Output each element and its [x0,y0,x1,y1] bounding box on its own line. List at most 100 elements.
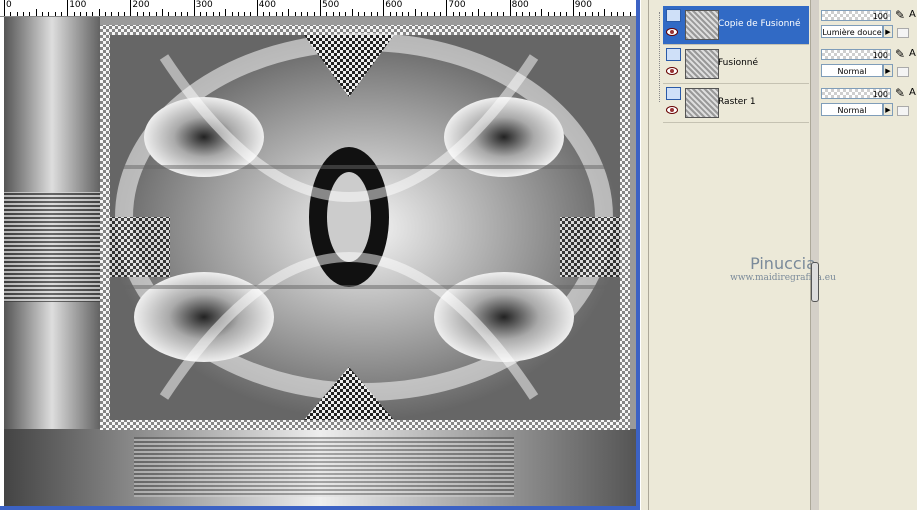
edit-brush-icon[interactable]: ✎ [895,86,907,100]
ruler-minor-tick [231,12,233,16]
ruler-minor-tick [515,12,517,16]
horizontal-ruler: 0 100 200 300 400 500 600 700 800 900 [0,0,636,17]
ruler-minor-tick [522,12,524,16]
ruler-minor-tick [218,12,220,16]
ruler-minor-tick [395,12,397,16]
ruler-minor-tick [459,12,461,16]
ruler-minor-tick [478,9,479,16]
layer-properties-row: 100 Normal ▶ ✎ A [821,39,917,77]
ruler-minor-tick [174,12,176,16]
ruler-minor-tick [389,12,391,16]
layer-properties-row: 100 Lumière douce ▶ ✎ A [821,0,917,38]
watermark-name: Pinuccia [750,254,816,273]
ruler-major-tick [193,0,195,16]
layer-flag: A [909,48,916,59]
blend-mode-select[interactable]: Lumière douce [821,25,883,38]
blend-mode-select[interactable]: Normal [821,103,883,116]
ruler-major-tick [509,0,511,16]
ruler-minor-tick [237,12,239,16]
ruler-major-tick [256,0,258,16]
layer-row-copie-de-fusionne[interactable]: Copie de Fusionné [663,6,809,45]
ruler-minor-tick [591,12,593,16]
ruler-label: 300 [195,0,213,10]
ruler-label: 500 [322,0,340,10]
edit-brush-icon[interactable]: ✎ [895,8,907,22]
ruler-minor-tick [79,12,81,16]
ruler-minor-tick [111,12,113,16]
raster-layer-icon [666,9,681,22]
layer-flag: A [909,9,916,20]
ruler-minor-tick [427,12,429,16]
visibility-eye-icon[interactable] [666,67,678,75]
ruler-label: 900 [574,0,592,10]
edit-brush-icon[interactable]: ✎ [895,47,907,61]
ruler-minor-tick [187,12,189,16]
ruler-minor-tick [376,12,378,16]
ruler-minor-tick [41,12,43,16]
opacity-slider[interactable]: 100 [821,88,891,99]
lock-icon[interactable] [897,28,909,38]
ruler-minor-tick [598,12,600,16]
ruler-minor-tick [136,12,138,16]
ruler-minor-tick [629,12,631,16]
ruler-minor-tick [275,12,277,16]
blend-mode-dropdown-icon[interactable]: ▶ [883,25,893,38]
layer-row-fusionne[interactable]: Fusionné [663,45,809,84]
ruler-minor-tick [10,12,12,16]
blend-mode-dropdown-icon[interactable]: ▶ [883,103,893,116]
ruler-minor-tick [212,12,214,16]
blend-mode-select[interactable]: Normal [821,64,883,77]
layer-name: Fusionné [718,58,759,68]
ruler-minor-tick [149,12,151,16]
ruler-minor-tick [560,12,562,16]
ruler-minor-tick [547,12,549,16]
ruler-minor-tick [414,9,416,16]
opacity-slider[interactable]: 100 [821,10,891,21]
ruler-minor-tick [54,12,56,16]
ruler-minor-tick [541,9,543,16]
ruler-minor-tick [623,12,625,16]
mouse-cursor-icon [811,262,819,302]
ruler-minor-tick [408,12,410,16]
ruler-minor-tick [117,12,119,16]
ruler-minor-tick [105,12,107,16]
ruler-minor-tick [585,12,587,16]
ruler-minor-tick [402,12,404,16]
ruler-label: 400 [258,0,276,10]
ruler-minor-tick [332,12,334,16]
ruler-minor-tick [16,12,18,16]
ruler-minor-tick [98,9,100,16]
lock-icon[interactable] [897,106,909,116]
ruler-major-tick [130,0,132,16]
ruler-minor-tick [48,12,50,16]
ruler-minor-tick [503,12,505,16]
canvas-image[interactable] [4,17,636,507]
visibility-eye-icon[interactable] [666,28,678,36]
ruler-label: 700 [448,0,466,10]
layer-thumbnail [685,10,719,40]
ruler-minor-tick [490,12,492,16]
ruler-minor-tick [60,12,62,16]
layer-properties-row: 100 Normal ▶ ✎ A [821,78,917,116]
ruler-minor-tick [124,12,126,16]
layer-row-raster-1[interactable]: Raster 1 [663,84,809,123]
abstract-grayscale-artwork [4,17,636,507]
blend-mode-dropdown-icon[interactable]: ▶ [883,64,893,77]
ruler-minor-tick [86,12,88,16]
ruler-minor-tick [326,12,328,16]
ruler-minor-tick [155,12,157,16]
ruler-minor-tick [338,12,340,16]
layer-name: Raster 1 [718,97,756,107]
ruler-minor-tick [484,12,486,16]
layer-flag: A [909,87,916,98]
ruler-minor-tick [471,12,473,16]
watermark: Pinuccia www.maidiregrafica.eu [718,255,848,284]
ruler-minor-tick [604,9,606,16]
ruler-minor-tick [294,12,296,16]
ruler-minor-tick [617,12,619,16]
ruler-minor-tick [29,12,31,16]
opacity-slider[interactable]: 100 [821,49,891,60]
lock-icon[interactable] [897,67,909,77]
visibility-eye-icon[interactable] [666,106,678,114]
ruler-minor-tick [357,12,359,16]
